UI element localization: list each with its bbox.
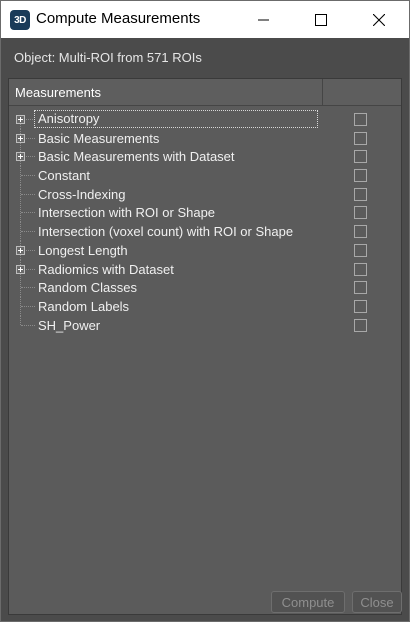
tree-row[interactable]: Constant	[9, 166, 401, 186]
column-divider[interactable]	[322, 79, 323, 105]
measurement-checkbox[interactable]	[354, 243, 367, 257]
measurement-label[interactable]: Basic Measurements with Dataset	[38, 149, 235, 164]
tree-rows: Anisotropy Basic Measurements Basic Measur…	[9, 106, 401, 334]
expand-plus-icon[interactable]	[16, 133, 25, 143]
tree-row[interactable]: Longest Length	[9, 240, 401, 260]
measurement-checkbox[interactable]	[354, 318, 367, 332]
minimize-icon	[258, 19, 269, 20]
measurement-checkbox[interactable]	[354, 113, 367, 126]
tree-branch-line	[21, 287, 35, 289]
tree-row[interactable]: Radiomics with Dataset	[9, 259, 401, 279]
tree-row[interactable]: Random Labels	[9, 296, 401, 316]
measurement-label[interactable]: Basic Measurements	[38, 131, 159, 146]
measurement-label[interactable]: Intersection with ROI or Shape	[38, 205, 215, 220]
tree-row[interactable]: Basic Measurements with Dataset	[9, 147, 401, 167]
measurement-label[interactable]: Radiomics with Dataset	[38, 262, 174, 277]
title-bar: 3D Compute Measurements	[0, 0, 410, 38]
app-logo-icon: 3D	[10, 10, 30, 30]
measurement-label[interactable]: Intersection (voxel count) with ROI or S…	[38, 224, 293, 239]
minimize-button[interactable]	[241, 1, 287, 38]
tree-connector-line	[20, 315, 21, 325]
compute-button[interactable]: Compute	[271, 591, 345, 613]
tree-row[interactable]: Random Classes	[9, 278, 401, 298]
measurement-checkbox[interactable]	[354, 187, 367, 201]
measurement-label[interactable]: Random Classes	[38, 280, 137, 295]
close-icon	[373, 13, 385, 26]
measurement-checkbox[interactable]	[354, 299, 367, 313]
measurement-checkbox[interactable]	[354, 131, 367, 145]
close-button[interactable]: Close	[352, 591, 402, 613]
measurement-checkbox[interactable]	[354, 225, 367, 239]
measurement-checkbox[interactable]	[354, 206, 367, 220]
measurement-checkbox[interactable]	[354, 150, 367, 164]
measurements-column-header[interactable]: Measurements	[15, 85, 101, 100]
expand-plus-icon[interactable]	[16, 264, 25, 274]
expand-plus-icon[interactable]	[16, 245, 25, 255]
measurements-tree[interactable]: Measurements Anisotropy Basic Measurement…	[8, 78, 402, 615]
maximize-button[interactable]	[298, 1, 344, 38]
object-label: Object: Multi-ROI from 571 ROIs	[14, 50, 202, 65]
maximize-icon	[315, 13, 327, 26]
measurement-label[interactable]: Constant	[38, 168, 90, 183]
dialog-body: Object: Multi-ROI from 571 ROIs Measurem…	[0, 38, 410, 622]
tree-branch-line	[21, 175, 35, 177]
expand-plus-icon[interactable]	[16, 115, 25, 124]
tree-row[interactable]: Basic Measurements	[9, 128, 401, 148]
tree-branch-line	[21, 305, 35, 307]
measurement-label[interactable]: SH_Power	[38, 318, 100, 333]
tree-branch-line	[21, 212, 35, 214]
tree-row[interactable]: Intersection (voxel count) with ROI or S…	[9, 222, 401, 242]
tree-row[interactable]: SH_Power	[9, 315, 401, 335]
tree-header: Measurements	[9, 79, 401, 106]
close-window-button[interactable]	[356, 1, 402, 38]
tree-branch-line	[21, 193, 35, 195]
measurement-checkbox[interactable]	[354, 169, 367, 183]
measurement-label[interactable]: Longest Length	[38, 243, 128, 258]
measurement-checkbox[interactable]	[354, 281, 367, 295]
window-title: Compute Measurements	[36, 10, 201, 27]
expand-plus-icon[interactable]	[16, 152, 25, 162]
measurement-label[interactable]: Anisotropy	[34, 110, 318, 128]
tree-row[interactable]: Anisotropy	[9, 110, 401, 129]
tree-branch-line	[21, 324, 35, 326]
tree-row[interactable]: Intersection with ROI or Shape	[9, 203, 401, 223]
tree-branch-line	[21, 231, 35, 233]
measurement-label[interactable]: Random Labels	[38, 299, 129, 314]
measurement-checkbox[interactable]	[354, 262, 367, 276]
measurement-label[interactable]: Cross-Indexing	[38, 187, 125, 202]
tree-row[interactable]: Cross-Indexing	[9, 184, 401, 204]
